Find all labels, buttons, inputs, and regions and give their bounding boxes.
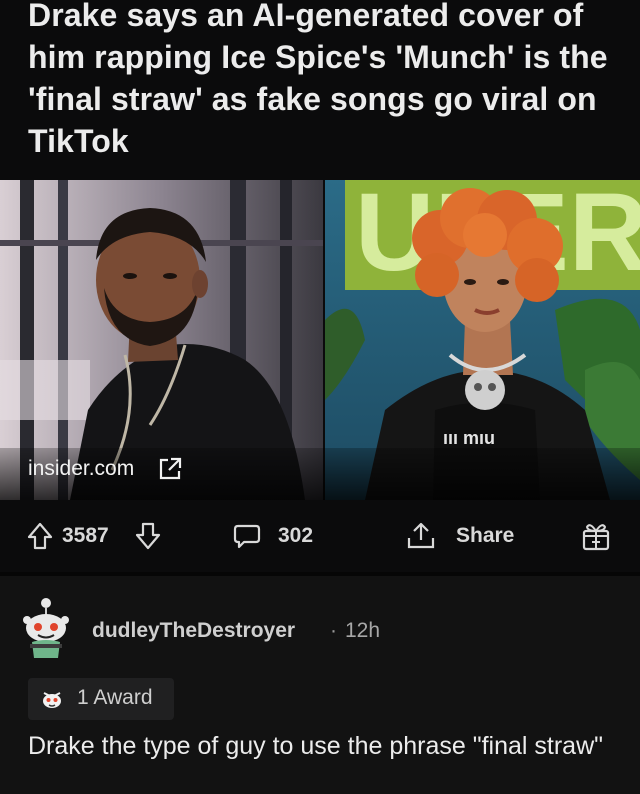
share-label: Share (456, 524, 515, 547)
user-avatar[interactable] (22, 598, 70, 660)
award-badge[interactable]: 1 Award (28, 678, 174, 720)
speech-bubble-icon (232, 521, 262, 551)
external-link-icon[interactable] (157, 456, 183, 482)
upvote-count: 3587 (62, 524, 109, 547)
comment-body: Drake the type of guy to use the phrase … (28, 732, 603, 760)
share-up-arrow-icon (404, 520, 438, 552)
comments-button[interactable]: 302 (232, 520, 313, 552)
share-button[interactable]: Share (404, 520, 514, 552)
award-icon (40, 687, 64, 711)
award-button[interactable] (580, 520, 612, 552)
arrow-down-outline-icon (134, 521, 162, 551)
post-media[interactable]: UI ERS ııı mıu (0, 180, 640, 500)
comment-timestamp: 12h (345, 619, 381, 642)
post-action-bar: 3587 302 Share (0, 500, 640, 572)
meta-separator: · (330, 619, 337, 642)
arrow-up-outline-icon (26, 521, 54, 551)
award-label: 1 Award (77, 686, 153, 709)
comment-username[interactable]: dudleyTheDestroyer (92, 619, 295, 643)
upvote-button[interactable] (26, 520, 54, 552)
post-card: Drake says an AI-generated cover of him … (0, 0, 640, 572)
gift-box-icon (580, 520, 612, 552)
downvote-button[interactable] (134, 520, 162, 552)
link-domain[interactable]: insider.com (28, 457, 134, 481)
shirt-text: ııı mıu (443, 428, 495, 448)
post-title[interactable]: Drake says an AI-generated cover of him … (28, 0, 628, 162)
comment-count: 302 (278, 524, 314, 547)
